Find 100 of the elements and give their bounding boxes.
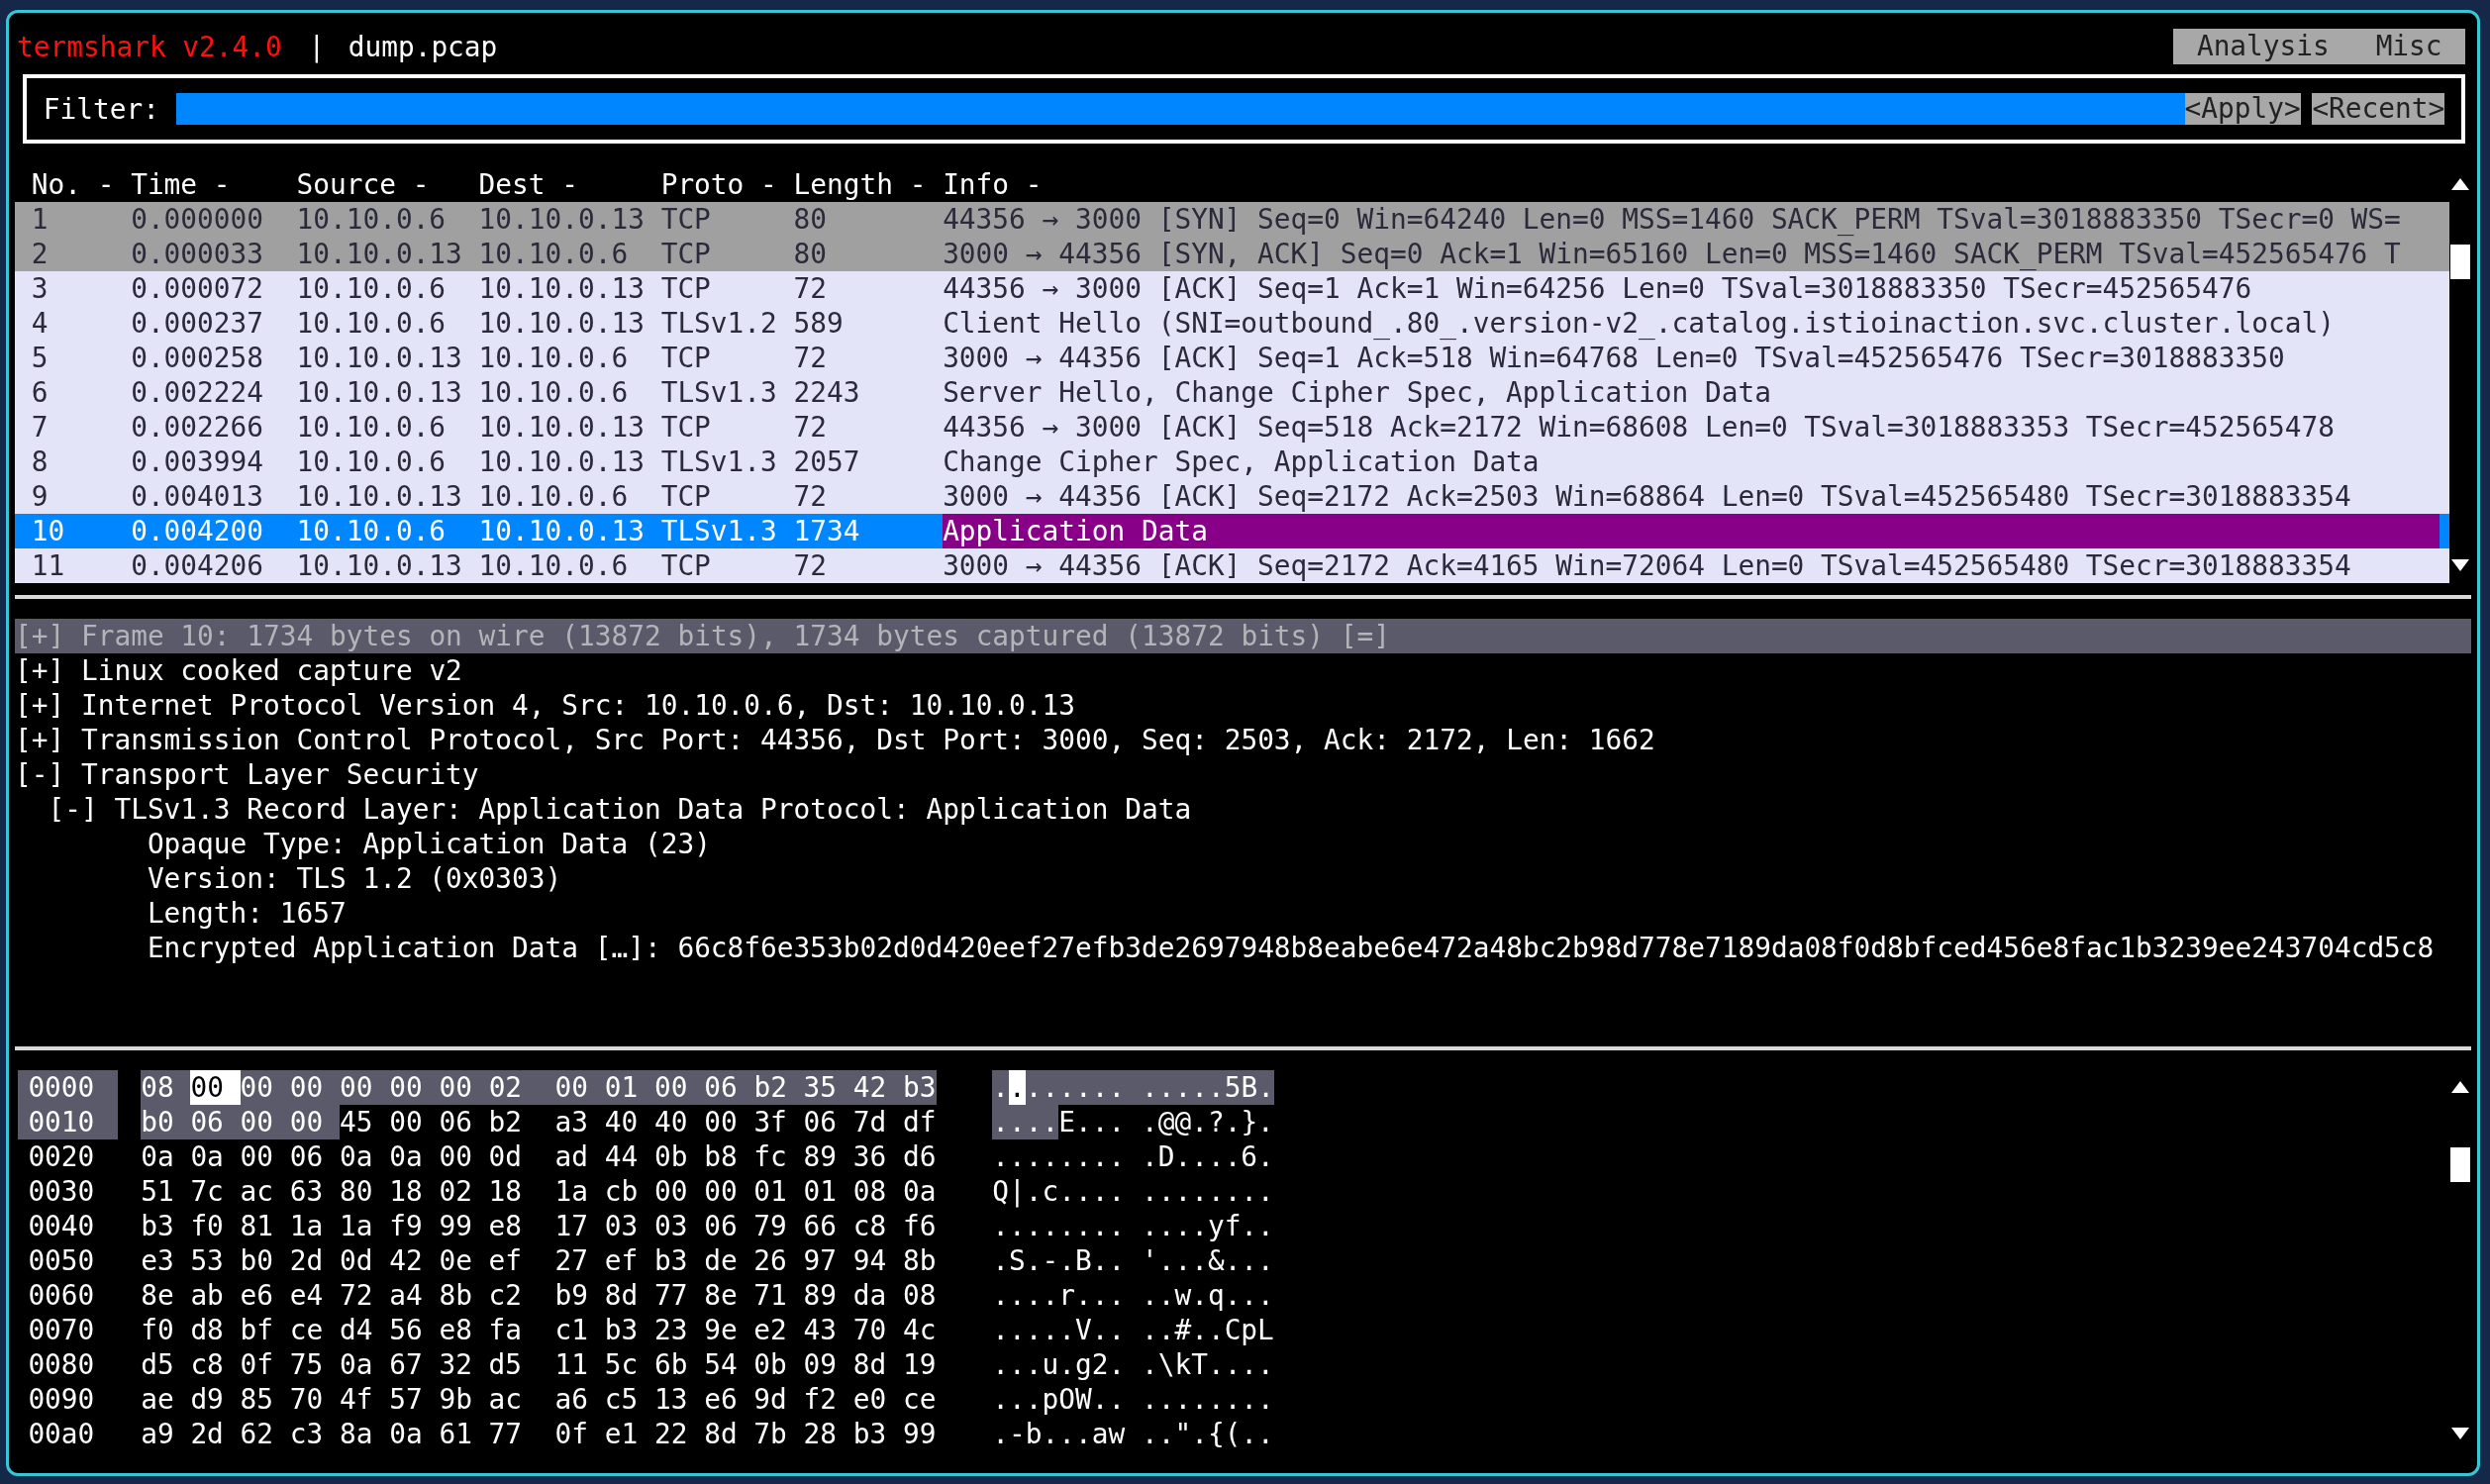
- ascii-text[interactable]: E... .@@.?.}.: [1058, 1105, 1274, 1139]
- hex-offset: 0090: [27, 1382, 96, 1417]
- filter-button[interactable]: <Recent>: [2312, 93, 2445, 125]
- hex-bytes[interactable]: 0a 0a 00 06 0a 0a 00 0d ad 44 0b b8 fc 89 36 d6: [141, 1139, 937, 1174]
- table-cell-text: 10.10.0.13: [296, 375, 463, 410]
- ascii-text[interactable]: .-b...aw ..".{(..: [992, 1417, 1274, 1451]
- hex-bytes[interactable]: 8e ab e6 e4 72 a4 8b c2 b9 8d 77 8e 71 89 da 08: [141, 1278, 937, 1313]
- table-cell-text: 0.004013: [131, 479, 265, 514]
- hex-offset: 0080: [27, 1347, 96, 1382]
- table-cell-text: 10.10.0.13: [296, 548, 463, 583]
- filter-button[interactable]: <Apply>: [2184, 93, 2301, 125]
- tree-item[interactable]: [+] Linux cooked capture v2: [15, 653, 2477, 688]
- ascii-text[interactable]: ...... .....5B.: [1025, 1070, 1274, 1105]
- tree-item[interactable]: Opaque Type: Application Data (23): [15, 827, 2477, 861]
- packet-row[interactable]: 8 0.003994 10.10.0.6 10.10.0.13 TLSv1.3 2057 Change Cipher Spec, Application Data: [15, 445, 2449, 479]
- table-cell-text: 44356 → 3000 [ACK] Seq=1 Ack=1 Win=64256 Len=0 TSval=3018883350 TSecr=452565476: [943, 271, 2253, 306]
- hex-bytes[interactable]: b3 f0 81 1a 1a f9 99 e8 17 03 03 06 79 66 c8 f6: [141, 1209, 937, 1243]
- table-cell-text: 4: [31, 306, 50, 341]
- column-header[interactable]: Time -: [131, 167, 297, 202]
- table-cell-text: Server Hello, Change Cipher Spec, Application Data: [943, 375, 1772, 410]
- table-cell-text: TCP: [660, 548, 712, 583]
- table-cell-text: 10.10.0.13: [296, 341, 463, 375]
- table-cell-text: 0.000072: [131, 271, 265, 306]
- hex-bytes[interactable]: 00 00 00 00 00 02 00 01 00 06 b2 35 42 b3: [240, 1070, 937, 1105]
- tree-item[interactable]: Version: TLS 1.2 (0x0303): [15, 861, 2477, 896]
- ascii-text[interactable]: ....r... ..w.q...: [992, 1278, 1274, 1313]
- column-header[interactable]: Info -: [943, 167, 2449, 202]
- tree-item[interactable]: [-] TLSv1.3 Record Layer: Application Data Protocol: Application Data: [15, 792, 2477, 827]
- packet-row[interactable]: 4 0.000237 10.10.0.6 10.10.0.13 TLSv1.2 589 Client Hello (SNI=outbound_.80_.version-v2_.catalog.istioinaction.svc.cluster.local): [15, 306, 2449, 341]
- tree-item[interactable]: [-] Transport Layer Security: [15, 757, 2477, 792]
- scroll-up-icon[interactable]: [2450, 176, 2470, 192]
- hex-offset: 0030: [27, 1174, 96, 1209]
- ascii-text[interactable]: ...u.g2. .\kT....: [992, 1347, 1274, 1382]
- ascii-text[interactable]: ...pOW.. ........: [992, 1382, 1274, 1417]
- table-cell-text: TCP: [660, 341, 712, 375]
- table-cell-text: TLSv1.3: [660, 375, 778, 410]
- hex-offset: 0050: [27, 1243, 96, 1278]
- scroll-down-icon[interactable]: [2450, 557, 2470, 573]
- scroll-down-icon[interactable]: [2450, 1426, 2470, 1441]
- table-cell-text: TCP: [660, 479, 712, 514]
- ascii-text[interactable]: ........ ....yf..: [992, 1209, 1274, 1243]
- table-cell-text: 0.004200: [131, 514, 265, 548]
- table-cell-text: 10.10.0.13: [478, 202, 646, 237]
- packet-row[interactable]: 7 0.002266 10.10.0.6 10.10.0.13 TCP 72 44356 → 3000 [ACK] Seq=518 Ack=2172 Win=68608 Len=0 TSval=3018883353 TSecr=452565478: [15, 410, 2449, 445]
- column-header[interactable]: Proto -: [660, 167, 794, 202]
- table-cell-text: TLSv1.3: [660, 445, 778, 479]
- table-cell-text: 11: [31, 548, 66, 583]
- hex-bytes[interactable]: 08: [141, 1070, 191, 1105]
- filter-input[interactable]: [175, 93, 2185, 125]
- table-cell-text: 44356 → 3000 [ACK] Seq=518 Ack=2172 Win=68608 Len=0 TSval=3018883353 TSecr=452565478: [943, 410, 2336, 445]
- table-cell-text: 10.10.0.13: [296, 237, 463, 271]
- column-header[interactable]: Length -: [793, 167, 944, 202]
- table-cell-text: 1: [31, 202, 50, 237]
- column-header[interactable]: No. -: [31, 167, 132, 202]
- tree-item[interactable]: Length: 1657: [15, 896, 2477, 931]
- table-cell-text: Client Hello (SNI=outbound_.80_.version-v2_.catalog.istioinaction.svc.cluster.local): [943, 306, 2336, 341]
- hex-bytes[interactable]: a9 2d 62 c3 8a 0a 61 77 0f e1 22 8d 7b 28 b3 99: [141, 1417, 937, 1451]
- packet-row[interactable]: 11 0.004206 10.10.0.13 10.10.0.6 TCP 72 3000 → 44356 [ACK] Seq=2172 Ack=4165 Win=72064 Len=0 TSval=452565480 TSecr=3018883354: [15, 548, 2449, 583]
- packet-row[interactable]: 9 0.004013 10.10.0.13 10.10.0.6 TCP 72 3000 → 44356 [ACK] Seq=2172 Ack=2503 Win=68864 Len=0 TSval=452565480 TSecr=3018883354: [15, 479, 2449, 514]
- ascii-text[interactable]: ....: [992, 1105, 1059, 1139]
- tree-item[interactable]: [+] Internet Protocol Version 4, Src: 10.10.0.6, Dst: 10.10.0.13: [15, 688, 2477, 723]
- table-cell-text: 0.000000: [131, 202, 265, 237]
- table-cell-text: 1734: [793, 514, 861, 548]
- table-cell-text: 10.10.0.6: [478, 548, 630, 583]
- hex-bytes[interactable]: 00: [190, 1070, 241, 1105]
- ascii-text[interactable]: ........ .D....6.: [992, 1139, 1274, 1174]
- hex-bytes[interactable]: 51 7c ac 63 80 18 02 18 1a cb 00 00 01 01 08 0a: [141, 1174, 937, 1209]
- tree-item[interactable]: Encrypted Application Data […]: 66c8f6e353b02d0d420eef27efb3de2697948b8eabe6e472a48bc2b98d778e7189da08f0d8bfced456e8fac1b3239ee243704cd5c8: [15, 931, 2477, 965]
- tree-item[interactable]: [+] Transmission Control Protocol, Src Port: 44356, Dst Port: 3000, Seq: 2503, Ack: 2172, Len: 1662: [15, 723, 2477, 757]
- hex-bytes[interactable]: f0 d8 bf ce d4 56 e8 fa c1 b3 23 9e e2 43 70 4c: [141, 1313, 937, 1347]
- table-cell-text: 3000 → 44356 [ACK] Seq=1 Ack=518 Win=64768 Len=0 TSval=452565476 TSecr=3018883350: [943, 341, 2286, 375]
- scrollbar-thumb[interactable]: [2450, 1147, 2470, 1182]
- table-cell-text: 72: [793, 479, 828, 514]
- table-cell-text: 10.10.0.6: [296, 410, 448, 445]
- column-header[interactable]: Source -: [296, 167, 479, 202]
- column-header[interactable]: Dest -: [478, 167, 661, 202]
- table-cell-text: 6: [31, 375, 50, 410]
- packet-row[interactable]: 10 0.004200 10.10.0.6 10.10.0.13 TLSv1.3 1734 Application Data: [15, 514, 2449, 548]
- hex-bytes[interactable]: d5 c8 0f 75 0a 67 32 d5 11 5c 6b 54 0b 09 8d 19: [141, 1347, 937, 1382]
- ascii-text[interactable]: Q|.c.... ........: [992, 1174, 1274, 1209]
- packet-row[interactable]: 6 0.002224 10.10.0.13 10.10.0.6 TLSv1.3 2243 Server Hello, Change Cipher Spec, Application Data: [15, 375, 2449, 410]
- hex-bytes[interactable]: 45 00 06 b2 a3 40 40 00 3f 06 7d df: [340, 1105, 937, 1139]
- hex-bytes[interactable]: b0 06 00 00: [141, 1105, 340, 1139]
- scrollbar-thumb[interactable]: [2450, 245, 2470, 279]
- packet-row[interactable]: 5 0.000258 10.10.0.13 10.10.0.6 TCP 72 3000 → 44356 [ACK] Seq=1 Ack=518 Win=64768 Len=0 TSval=452565476 TSecr=3018883350: [15, 341, 2449, 375]
- packet-row[interactable]: 1 0.000000 10.10.0.6 10.10.0.13 TCP 80 44356 → 3000 [SYN] Seq=0 Win=64240 Len=0 MSS=1460 SACK_PERM TSval=3018883350 TSecr=0 WS=: [15, 202, 2449, 237]
- ascii-text[interactable]: .....V.. ..#..CpL: [992, 1313, 1274, 1347]
- table-cell-text: 0.000258: [131, 341, 265, 375]
- ascii-text[interactable]: .: [992, 1070, 1010, 1105]
- packet-row[interactable]: 2 0.000033 10.10.0.13 10.10.0.6 TCP 80 3000 → 44356 [SYN, ACK] Seq=0 Ack=1 Win=65160 Len=0 MSS=1460 SACK_PERM TSval=452565476 T: [15, 237, 2449, 271]
- hex-bytes[interactable]: ae d9 85 70 4f 57 9b ac a6 c5 13 e6 9d f2 e0 ce: [141, 1382, 937, 1417]
- packet-row[interactable]: 3 0.000072 10.10.0.6 10.10.0.13 TCP 72 44356 → 3000 [ACK] Seq=1 Ack=1 Win=64256 Len=0 TSval=3018883350 TSecr=452565476: [15, 271, 2449, 306]
- ascii-text[interactable]: .S.-.B.. '...&...: [992, 1243, 1274, 1278]
- app-title: termshark v2.4.0: [16, 29, 282, 64]
- ascii-text[interactable]: .: [1009, 1070, 1026, 1105]
- scroll-up-icon[interactable]: [2450, 1079, 2470, 1095]
- hex-bytes[interactable]: e3 53 b0 2d 0d 42 0e ef 27 ef b3 de 26 97 94 8b: [141, 1243, 937, 1278]
- table-cell-text: 10.10.0.6: [478, 479, 630, 514]
- table-cell-text: 3000 → 44356 [ACK] Seq=2172 Ack=4165 Win=72064 Len=0 TSval=452565480 TSecr=3018883354: [943, 548, 2352, 583]
- table-cell-text: 72: [793, 271, 828, 306]
